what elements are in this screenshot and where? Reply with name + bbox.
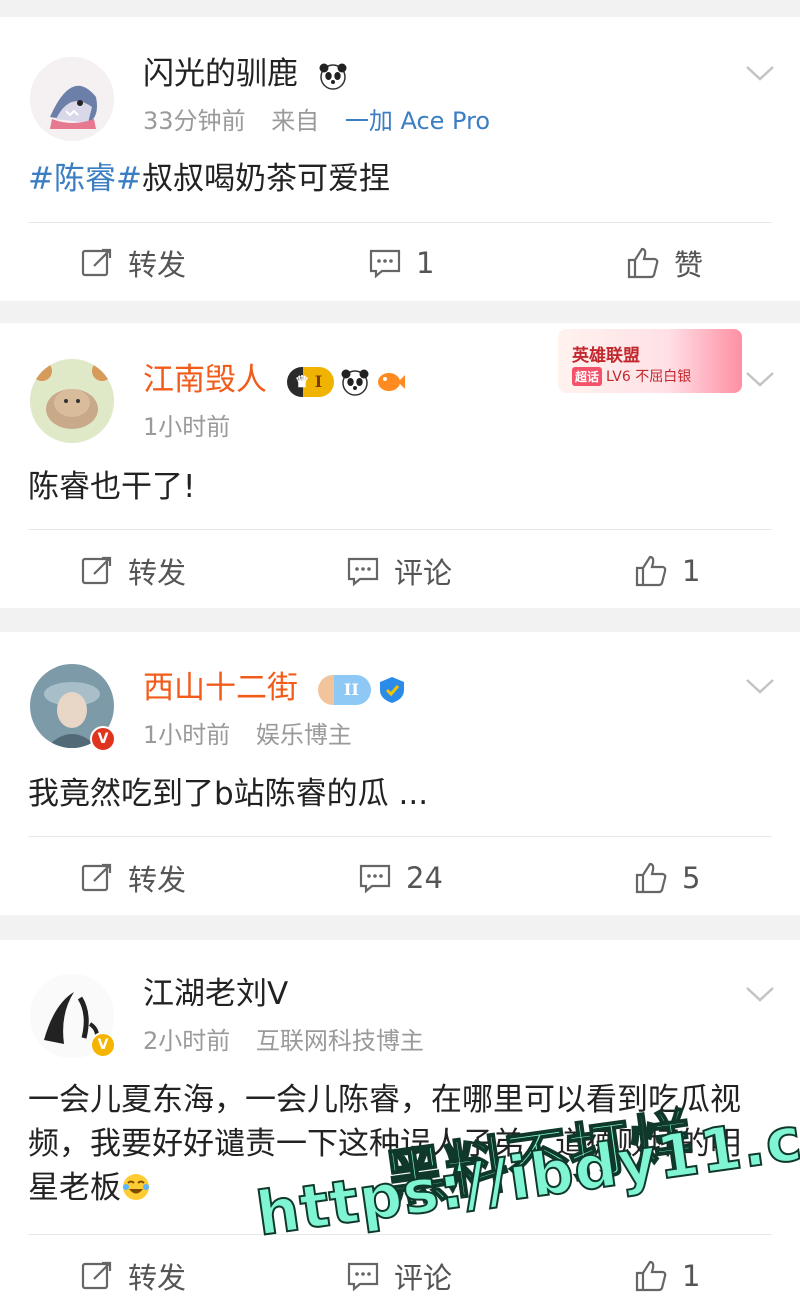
- avatar[interactable]: [30, 57, 114, 141]
- source-prefix: 来自: [271, 107, 320, 135]
- avatar[interactable]: [30, 359, 114, 443]
- like-button[interactable]: 赞: [626, 235, 703, 291]
- post-time: 2小时前: [143, 1027, 231, 1055]
- post-actions: 转发 24 5: [0, 850, 800, 906]
- user-name[interactable]: 西山十二街 II: [143, 668, 413, 708]
- divider: [28, 1234, 772, 1235]
- comment-button[interactable]: 1: [368, 235, 434, 291]
- post-text: #陈睿#叔叔喝奶茶可爱捏: [28, 161, 390, 197]
- topic-banner[interactable]: 英雄联盟 超话 LV6 不屈白银: [558, 329, 742, 393]
- panda-icon: [319, 63, 347, 90]
- repost-button[interactable]: 转发: [80, 543, 186, 599]
- repost-icon: [81, 1261, 112, 1290]
- post-actions: 转发 评论 1: [0, 543, 800, 599]
- hashtag-link[interactable]: #陈睿#: [28, 161, 142, 197]
- user-name[interactable]: 闪光的驯鹿: [143, 54, 354, 94]
- banner-subtitle: LV6 不屈白银: [606, 369, 692, 385]
- panda-icon: [341, 369, 369, 396]
- user-role: 互联网科技博主: [255, 1027, 424, 1055]
- divider: [28, 222, 772, 223]
- chevron-down-icon[interactable]: [744, 984, 776, 1004]
- repost-button[interactable]: 转发: [80, 850, 186, 906]
- post-time: 1小时前: [143, 721, 231, 749]
- divider: [28, 529, 772, 530]
- post-meta: 33分钟前 来自 一加 Ace Pro: [143, 106, 490, 136]
- post-text: 我竟然吃到了b站陈睿的瓜 ...: [28, 776, 429, 812]
- repost-icon: [81, 248, 112, 277]
- post-time: 1小时前: [143, 413, 231, 441]
- repost-icon: [81, 556, 112, 585]
- post-meta: 1小时前 娱乐博主: [143, 720, 352, 750]
- chevron-down-icon[interactable]: [744, 369, 776, 389]
- fish-icon: [378, 372, 406, 391]
- laugh-cry-emoji: [123, 1174, 149, 1200]
- cake-level-icon: II: [317, 674, 371, 705]
- source-device[interactable]: 一加 Ace Pro: [345, 107, 490, 135]
- comment-icon: [359, 864, 391, 894]
- repost-button[interactable]: 转发: [80, 235, 186, 291]
- banner-pill: 超话: [572, 367, 603, 386]
- comment-icon: [347, 557, 379, 587]
- user-role: 娱乐博主: [255, 721, 352, 749]
- repost-icon: [81, 863, 112, 892]
- like-icon: [635, 862, 667, 894]
- like-icon: [635, 1260, 667, 1292]
- user-name[interactable]: 江湖老刘V: [143, 974, 288, 1014]
- post-actions: 转发 1 赞: [0, 235, 800, 291]
- post-card[interactable]: 江南毁人 ♛ I 1小时前 英雄联盟 超话 LV6 不屈白银 陈睿也干了! 转发…: [0, 323, 800, 608]
- comment-button[interactable]: 评论: [346, 543, 452, 599]
- post-time: 33分钟前: [143, 107, 246, 135]
- banner-title: 英雄联盟: [572, 346, 640, 366]
- post-card[interactable]: 闪光的驯鹿 33分钟前 来自 一加 Ace Pro #陈睿#叔叔喝奶茶可爱捏 转…: [0, 17, 800, 301]
- like-button[interactable]: 5: [634, 850, 700, 906]
- post-text: 陈睿也干了!: [28, 469, 196, 505]
- post-meta: 1小时前: [143, 412, 230, 442]
- user-name[interactable]: 江南毁人 ♛ I: [143, 360, 412, 400]
- comment-icon: [369, 249, 401, 279]
- shield-icon: [379, 676, 404, 703]
- divider: [28, 836, 772, 837]
- crown-icon: ♛ I: [286, 366, 335, 397]
- like-icon: [627, 247, 659, 279]
- like-icon: [635, 555, 667, 587]
- post-card[interactable]: V 西山十二街 II 1小时前 娱乐博主 我竟然吃到了b站陈睿的瓜 ... 转发: [0, 632, 800, 915]
- chevron-down-icon[interactable]: [744, 676, 776, 696]
- comment-button[interactable]: 24: [358, 850, 443, 906]
- like-button[interactable]: 1: [634, 543, 700, 599]
- verified-icon: V: [90, 726, 116, 752]
- chevron-down-icon[interactable]: [744, 63, 776, 83]
- comment-button[interactable]: 评论: [346, 1248, 452, 1304]
- comment-icon: [347, 1262, 379, 1292]
- post-actions: 转发 评论 1: [0, 1248, 800, 1304]
- repost-button[interactable]: 转发: [80, 1248, 186, 1304]
- like-button[interactable]: 1: [634, 1248, 700, 1304]
- verified-icon: V: [90, 1032, 116, 1058]
- post-meta: 2小时前 互联网科技博主: [143, 1026, 424, 1056]
